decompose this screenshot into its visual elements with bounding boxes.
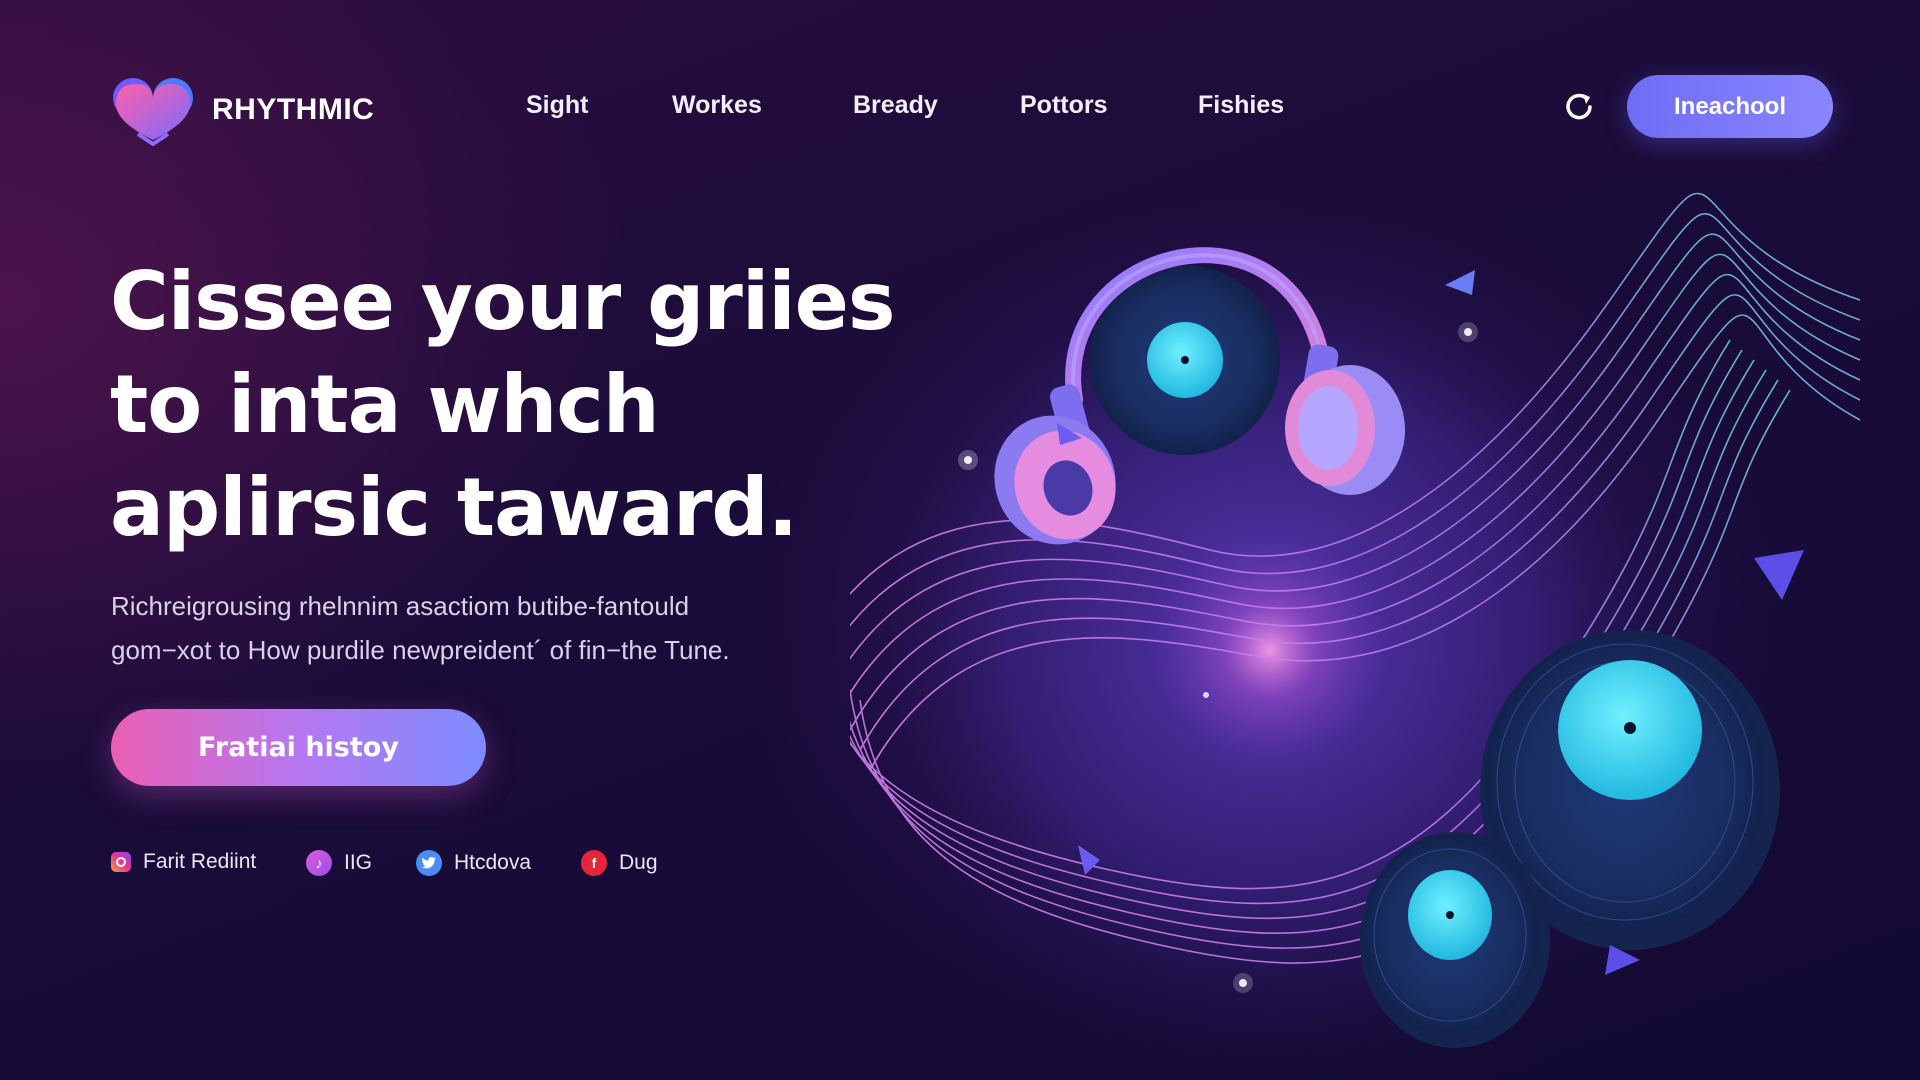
refresh-icon[interactable] [1562, 89, 1596, 123]
nav-link-sight[interactable]: Sight [526, 91, 589, 120]
twitter-icon [416, 850, 442, 876]
social-link-instagram[interactable]: Farit Rediint [111, 850, 256, 874]
social-link-twitter[interactable]: Htcdova [416, 850, 531, 876]
social-link-facebook[interactable]: f Dug [581, 850, 658, 876]
social-label: IIG [344, 851, 373, 874]
hero-cta-button[interactable]: Fratiai histoy [111, 709, 486, 786]
headline-line-3: aplirsic taward. [110, 461, 798, 554]
instagram-icon [111, 852, 131, 872]
music-illustration [850, 192, 1861, 1080]
brand-logo[interactable]: RHYTHMIC [108, 74, 374, 146]
nav-link-pottors[interactable]: Pottors [1020, 91, 1108, 120]
header-cta-button[interactable]: Ineachool [1627, 75, 1833, 138]
brand-name: RHYTHMIC [212, 93, 375, 126]
subtext-line-1: Richreigrousing rhelnnim asactiom butibe… [111, 591, 690, 621]
subtext-line-2: gom−xot to How purdile newpreident´ of f… [111, 635, 730, 665]
nav-link-fishies[interactable]: Fishies [1198, 91, 1284, 120]
headline-line-1: Cissee your griies [110, 255, 896, 348]
hero-headline: Cissee your griies to inta whch aplirsic… [110, 250, 910, 559]
nav-link-workes[interactable]: Workes [672, 91, 762, 120]
social-label: Farit Rediint [143, 850, 257, 873]
center-glow [1150, 530, 1390, 770]
social-link-iig[interactable]: ♪ IIG [306, 850, 372, 876]
facebook-icon: f [581, 850, 607, 876]
vinyl-record-small [1360, 832, 1550, 1048]
nav-link-bready[interactable]: Bready [853, 91, 938, 120]
hero-subtext: Richreigrousing rhelnnim asactiom butibe… [111, 584, 831, 672]
headline-line-2: to inta whch [110, 358, 660, 451]
heart-logo-icon [113, 78, 193, 146]
social-label: Htcdova [454, 851, 532, 874]
music-icon: ♪ [306, 850, 332, 876]
social-label: Dug [619, 851, 658, 874]
